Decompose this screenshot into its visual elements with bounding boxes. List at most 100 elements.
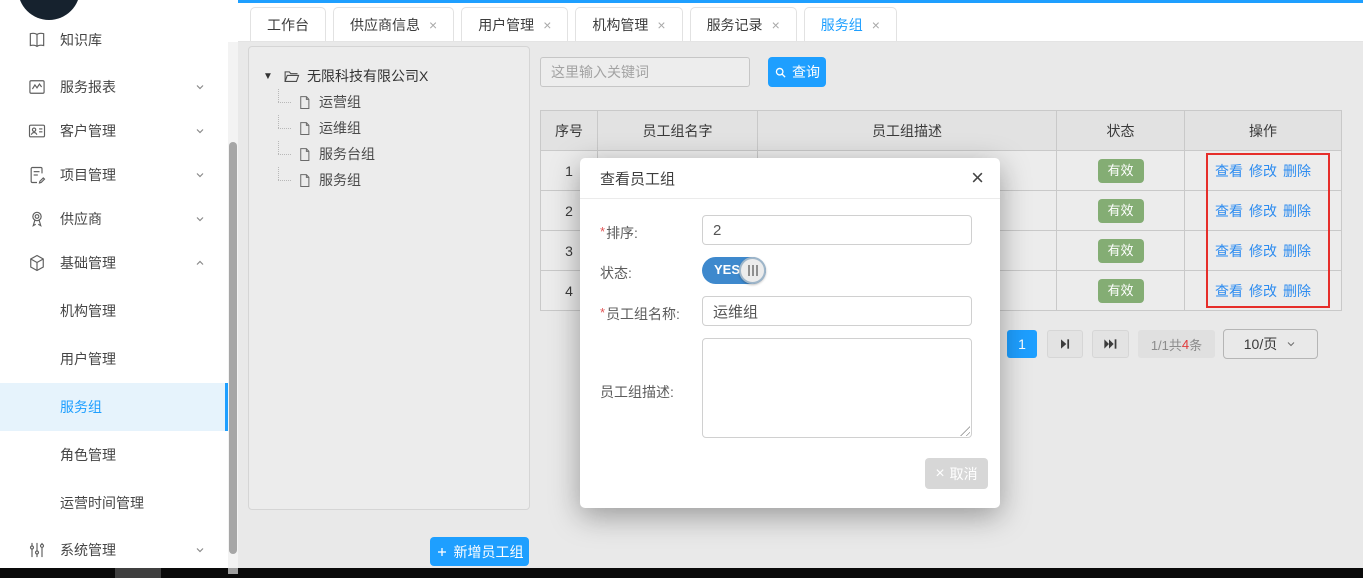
tree-node-service-desk-group[interactable]: 服务台组 (263, 141, 529, 167)
sort-field-label: *排序: (600, 223, 638, 243)
tree-node-label: 服务组 (319, 170, 361, 190)
sidebar-item-customer-management[interactable]: 客户管理 (0, 109, 228, 153)
delete-link[interactable]: 删除 (1283, 163, 1311, 179)
tree-expander-icon[interactable]: ▼ (263, 71, 275, 82)
logo-avatar[interactable] (18, 0, 80, 20)
tab-close-icon[interactable]: × (772, 17, 780, 33)
col-header-name: 员工组名字 (598, 111, 758, 151)
delete-link[interactable]: 删除 (1283, 203, 1311, 219)
tab-service-record[interactable]: 服务记录 × (690, 7, 797, 41)
cell-status: 有效 (1057, 191, 1185, 231)
next-page-button[interactable] (1047, 330, 1083, 358)
view-link[interactable]: 查看 (1215, 283, 1243, 299)
tree-node-service-group[interactable]: 服务组 (263, 167, 529, 193)
delete-link[interactable]: 删除 (1283, 283, 1311, 299)
pagination-total-count: 4 (1182, 337, 1189, 352)
group-desc-textarea[interactable] (702, 338, 972, 438)
chart-icon (27, 77, 47, 97)
tab-user-management[interactable]: 用户管理 × (461, 7, 568, 41)
tab-service-group[interactable]: 服务组 × (804, 7, 897, 41)
keyword-search-input[interactable] (540, 57, 750, 87)
edit-link[interactable]: 修改 (1249, 203, 1277, 219)
tree-node-operations-group[interactable]: 运营组 (263, 89, 529, 115)
group-name-input[interactable] (702, 296, 972, 326)
tab-close-icon[interactable]: × (657, 17, 665, 33)
sidebar-item-system-management[interactable]: 系统管理 (0, 528, 228, 572)
page-number-button[interactable]: 1 (1007, 330, 1037, 358)
tree-connector (278, 115, 292, 141)
status-badge: 有效 (1098, 199, 1144, 223)
edit-link[interactable]: 修改 (1249, 243, 1277, 259)
pagination-info-suffix: 条 (1189, 335, 1202, 354)
edit-link[interactable]: 修改 (1249, 283, 1277, 299)
view-link[interactable]: 查看 (1215, 243, 1243, 259)
cell-actions: 查看修改删除 (1185, 271, 1342, 311)
chevron-down-icon (194, 125, 206, 137)
org-tree-panel: ▼ 无限科技有限公司X 运营组 运维组 (248, 46, 530, 510)
tab-org-management[interactable]: 机构管理 × (575, 7, 682, 41)
last-page-button[interactable] (1092, 330, 1129, 358)
sidebar-item-operation-time-management[interactable]: 运营时间管理 (0, 481, 228, 525)
book-icon (27, 30, 47, 50)
sidebar-item-label: 用户管理 (60, 349, 116, 369)
sidebar-item-label: 系统管理 (60, 540, 116, 560)
file-icon (297, 147, 312, 162)
tab-bar: 工作台 供应商信息 × 用户管理 × 机构管理 × 服务记录 × 服务组 × (238, 3, 1363, 42)
tab-supplier-info[interactable]: 供应商信息 × (333, 7, 454, 41)
status-toggle[interactable]: YES (702, 257, 766, 284)
pagination-info: 1/1共4条 (1138, 330, 1215, 358)
page-size-select[interactable]: 10/页 (1223, 329, 1318, 359)
status-badge: 有效 (1098, 239, 1144, 263)
sidebar-item-label: 运营时间管理 (60, 493, 144, 513)
tab-close-icon[interactable]: × (543, 17, 551, 33)
tab-close-icon[interactable]: × (429, 17, 437, 33)
tab-close-icon[interactable]: × (872, 17, 880, 33)
close-icon: × (935, 466, 944, 482)
chevron-up-icon (194, 257, 206, 269)
sidebar-item-basic-management[interactable]: 基础管理 (0, 241, 228, 285)
modal-close-icon[interactable]: × (971, 167, 984, 189)
scrollbar-thumb[interactable] (229, 142, 237, 554)
sidebar-scrollbar[interactable] (228, 42, 238, 568)
tree-node-maintenance-group[interactable]: 运维组 (263, 115, 529, 141)
toggle-knob[interactable] (739, 257, 766, 284)
tab-workbench[interactable]: 工作台 (250, 7, 326, 41)
sidebar-item-user-management[interactable]: 用户管理 (0, 337, 228, 381)
sidebar-item-org-management[interactable]: 机构管理 (0, 289, 228, 333)
tree-node-label: 运维组 (319, 118, 361, 138)
sidebar: 知识库 服务报表 客户管理 项目管理 (0, 0, 238, 568)
cell-actions: 查看修改删除 (1185, 151, 1342, 191)
query-button[interactable]: 查询 (768, 57, 826, 87)
tree-root-label: 无限科技有限公司X (307, 66, 428, 86)
status-field-label: 状态: (600, 263, 632, 283)
view-link[interactable]: 查看 (1215, 163, 1243, 179)
tab-label: 机构管理 (592, 15, 648, 35)
add-button-label: 新增员工组 (454, 542, 524, 562)
tree-root-node[interactable]: ▼ 无限科技有限公司X (263, 63, 529, 89)
sidebar-item-service-reports[interactable]: 服务报表 (0, 65, 228, 109)
label-text: 排序: (606, 225, 638, 241)
col-header-status: 状态 (1057, 111, 1185, 151)
sidebar-item-project-management[interactable]: 项目管理 (0, 153, 228, 197)
pagination-info-prefix: 1/1共 (1151, 335, 1182, 354)
sidebar-item-supplier[interactable]: 供应商 (0, 197, 228, 241)
add-staff-group-button[interactable]: 新增员工组 (430, 537, 529, 566)
document-edit-icon (27, 165, 47, 185)
sidebar-item-role-management[interactable]: 角色管理 (0, 433, 228, 477)
tree-node-label: 服务台组 (319, 144, 375, 164)
chevron-down-icon (194, 213, 206, 225)
cell-status: 有效 (1057, 151, 1185, 191)
chevron-down-icon (194, 544, 206, 556)
col-header-desc: 员工组描述 (758, 111, 1057, 151)
required-mark: * (600, 224, 605, 239)
page-size-value: 10/页 (1244, 334, 1277, 354)
sidebar-item-service-group[interactable]: 服务组 (0, 383, 228, 431)
delete-link[interactable]: 删除 (1283, 243, 1311, 259)
sidebar-item-knowledge-base[interactable]: 知识库 (0, 18, 228, 62)
sort-input[interactable] (702, 215, 972, 245)
view-link[interactable]: 查看 (1215, 203, 1243, 219)
sidebar-item-label: 供应商 (60, 209, 102, 229)
edit-link[interactable]: 修改 (1249, 163, 1277, 179)
cancel-button[interactable]: × 取消 (925, 458, 988, 489)
tab-label: 服务记录 (707, 15, 763, 35)
